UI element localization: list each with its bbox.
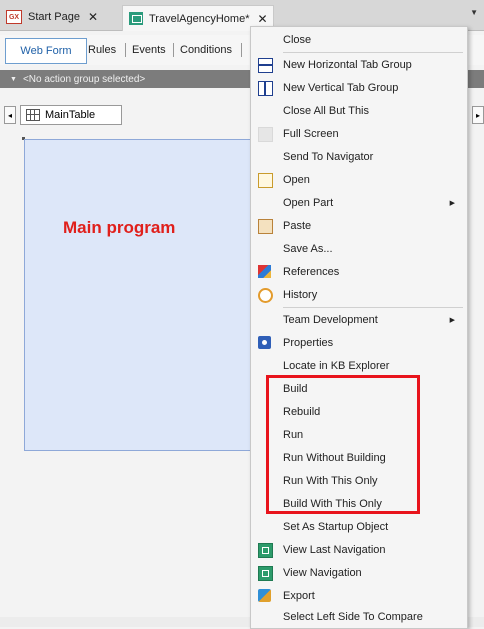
scroll-right-button[interactable]: ▸ [472, 106, 484, 124]
main-program-text: Main program [63, 218, 176, 237]
menu-item-properties[interactable]: Properties [251, 331, 467, 354]
menu-item-new-horizontal-tab-group[interactable]: New Horizontal Tab Group [251, 53, 467, 76]
divider [241, 43, 242, 57]
divider [173, 43, 174, 57]
history-icon [258, 288, 273, 303]
tab-rules[interactable]: Rules [84, 38, 120, 62]
tab-web-form[interactable]: Web Form [5, 38, 87, 64]
build-run-highlight-box [266, 375, 420, 514]
tab-conditions[interactable]: Conditions [176, 38, 236, 62]
tab-travel-agency-home-label: TravelAgencyHome [149, 12, 246, 25]
menu-item-view-navigation[interactable]: View Navigation [251, 561, 467, 584]
horizontal-split-icon [258, 58, 273, 73]
menu-item-open[interactable]: Open [251, 168, 467, 191]
full-screen-icon [258, 127, 273, 142]
menu-item-close[interactable]: Close [251, 28, 467, 51]
expand-arrow-icon: ▼ [10, 75, 17, 83]
menu-item-open-part[interactable]: Open Part ▶ [251, 191, 467, 214]
menu-item-references[interactable]: References [251, 260, 467, 283]
navigation-icon [258, 543, 273, 558]
scroll-left-button[interactable]: ◂ [4, 106, 16, 124]
open-icon [258, 173, 273, 188]
main-table-canvas[interactable] [24, 139, 258, 451]
menu-item-export[interactable]: Export [251, 584, 467, 607]
tab-context-menu: Close New Horizontal Tab Group New Verti… [250, 26, 468, 629]
references-icon [258, 265, 271, 278]
menu-item-history[interactable]: History [251, 283, 467, 306]
export-icon [258, 589, 271, 602]
submenu-arrow-icon: ▶ [449, 316, 455, 324]
transaction-icon [129, 12, 143, 25]
menu-item-full-screen[interactable]: Full Screen [251, 122, 467, 145]
menu-item-close-all-but-this[interactable]: Close All But This [251, 99, 467, 122]
table-grid-icon [26, 109, 40, 121]
main-table-control[interactable]: MainTable [20, 105, 122, 125]
menu-item-save-as[interactable]: Save As... [251, 237, 467, 260]
menu-item-team-development[interactable]: Team Development ▶ [251, 308, 467, 331]
properties-icon [258, 336, 271, 349]
main-table-label: MainTable [45, 109, 96, 121]
action-group-label: <No action group selected> [22, 73, 146, 85]
tab-start-page-label: Start Page [28, 11, 80, 23]
menu-item-select-left-side-to-compare[interactable]: Select Left Side To Compare [251, 605, 467, 628]
menu-item-view-last-navigation[interactable]: View Last Navigation [251, 538, 467, 561]
close-icon[interactable]: ✕ [257, 12, 267, 26]
menu-item-send-to-navigator[interactable]: Send To Navigator [251, 145, 467, 168]
gx-icon: GX [6, 10, 22, 24]
navigation-icon [258, 566, 273, 581]
close-icon[interactable]: ✕ [88, 10, 98, 24]
menu-item-set-as-startup-object[interactable]: Set As Startup Object [251, 515, 467, 538]
tab-events[interactable]: Events [128, 38, 170, 62]
vertical-split-icon [258, 81, 273, 96]
paste-icon [258, 219, 273, 234]
tab-start-page[interactable]: GX Start Page ✕ [6, 6, 120, 28]
menu-item-locate-in-kb-explorer[interactable]: Locate in KB Explorer [251, 354, 467, 377]
submenu-arrow-icon: ▶ [449, 199, 455, 207]
divider [125, 43, 126, 57]
menu-item-new-vertical-tab-group[interactable]: New Vertical Tab Group [251, 76, 467, 99]
menu-item-paste[interactable]: Paste [251, 214, 467, 237]
tab-list-dropdown-icon[interactable]: ▼ [470, 8, 478, 17]
